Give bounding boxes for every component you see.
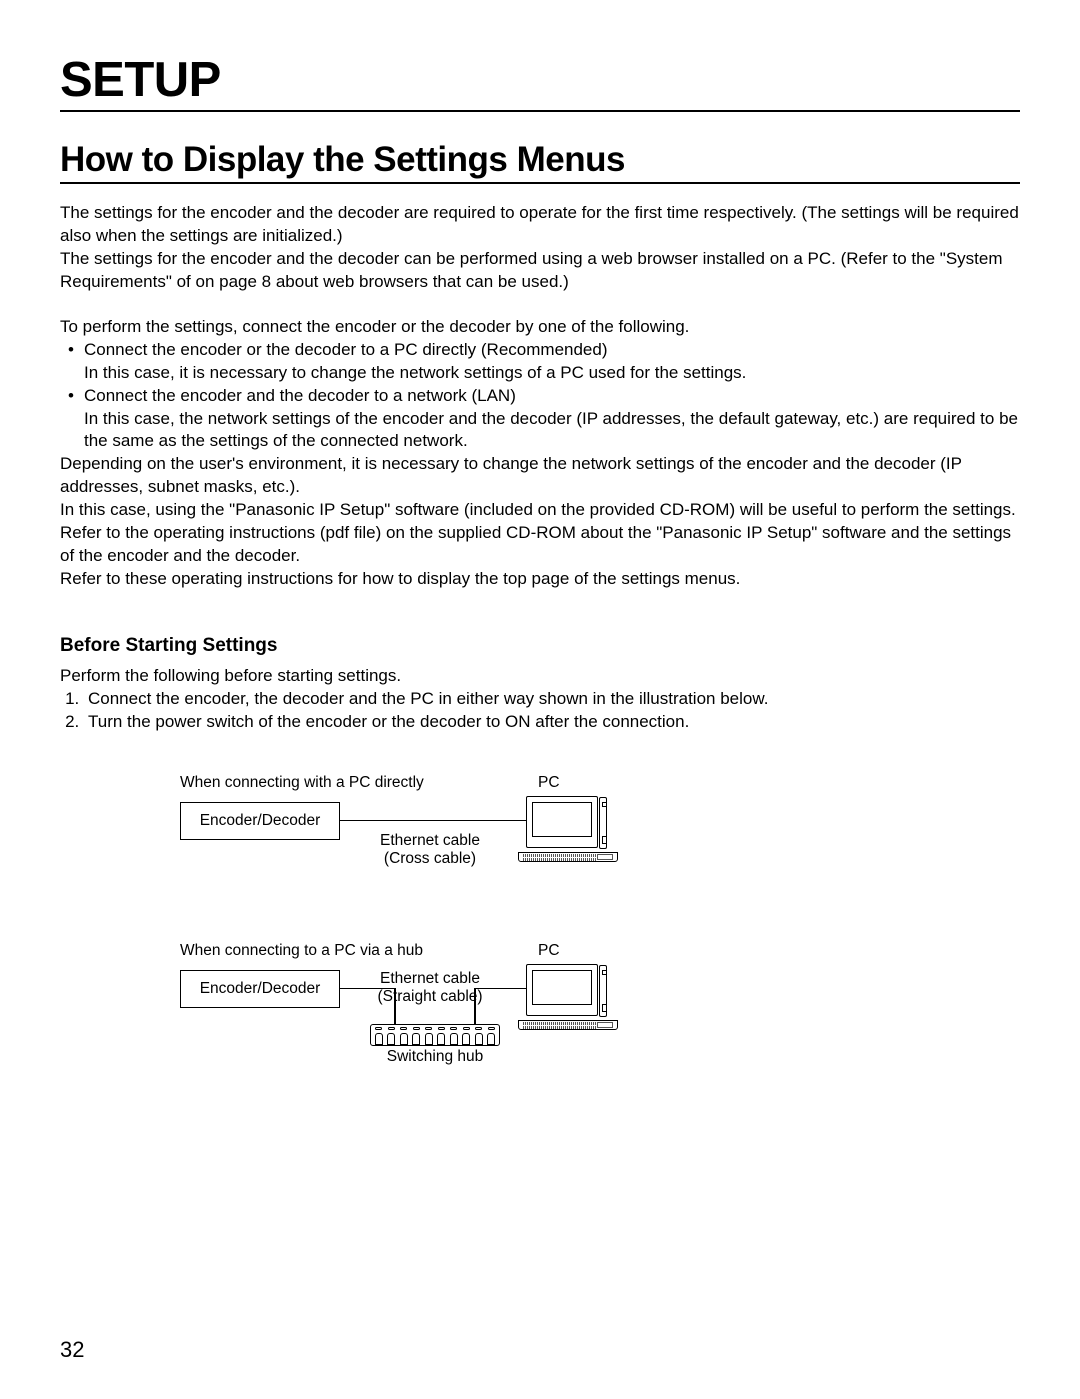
page-number: 32: [60, 1337, 84, 1363]
step-1: Connect the encoder, the decoder and the…: [84, 688, 1020, 711]
connect-p6: Refer to these operating instructions fo…: [60, 568, 1020, 591]
diag1-cable-label: Ethernet cable (Cross cable): [350, 832, 510, 868]
bullet-1: Connect the encoder or the decoder to a …: [84, 339, 1020, 385]
hub-icon: [370, 1024, 500, 1046]
diagram-hub: When connecting to a PC via a hub PC Enc…: [180, 942, 900, 1072]
connect-bullets: Connect the encoder or the decoder to a …: [60, 339, 1020, 454]
diag1-cable-line: [340, 820, 526, 822]
bullet-1-line1: Connect the encoder or the decoder to a …: [84, 339, 1020, 362]
diag2-title: When connecting to a PC via a hub: [180, 942, 423, 960]
pc-icon: [526, 796, 618, 862]
bullet-2: Connect the encoder and the decoder to a…: [84, 385, 1020, 454]
connect-p4: In this case, using the "Panasonic IP Se…: [60, 499, 1020, 522]
diag2-cable-line2: (Straight cable): [377, 988, 482, 1005]
before-steps: Connect the encoder, the decoder and the…: [60, 688, 1020, 734]
section-title: How to Display the Settings Menus: [60, 140, 1020, 184]
connect-block: To perform the settings, connect the enc…: [60, 316, 1020, 591]
pc-icon: [526, 964, 618, 1030]
diag1-cable-line1: Ethernet cable: [380, 832, 480, 849]
step-2: Turn the power switch of the encoder or …: [84, 711, 1020, 734]
diagram-direct: When connecting with a PC directly PC En…: [180, 774, 900, 904]
keyboard-icon: [518, 1020, 618, 1030]
tower-icon: [599, 797, 607, 849]
diag2-hub-label: Switching hub: [370, 1048, 500, 1066]
before-lead: Perform the following before starting se…: [60, 665, 1020, 688]
diag1-encoder-box: Encoder/Decoder: [180, 802, 340, 840]
diag1-cable-line2: (Cross cable): [384, 850, 476, 867]
before-heading: Before Starting Settings: [60, 635, 1020, 657]
intro-p2: The settings for the encoder and the dec…: [60, 248, 1020, 294]
tower-icon: [599, 965, 607, 1017]
diag1-pc-label: PC: [538, 774, 560, 792]
diag2-encoder-label: Encoder/Decoder: [200, 980, 321, 998]
intro-block: The settings for the encoder and the dec…: [60, 202, 1020, 294]
diag1-title: When connecting with a PC directly: [180, 774, 424, 792]
diag2-pc-label: PC: [538, 942, 560, 960]
diag1-encoder-label: Encoder/Decoder: [200, 812, 321, 830]
diagram-area: When connecting with a PC directly PC En…: [180, 774, 900, 1072]
bullet-2-line2: In this case, the network settings of th…: [84, 408, 1020, 454]
keyboard-icon: [518, 852, 618, 862]
connect-p5: Refer to the operating instructions (pdf…: [60, 522, 1020, 568]
intro-p1: The settings for the encoder and the dec…: [60, 202, 1020, 248]
setup-title: SETUP: [60, 52, 1020, 112]
monitor-icon: [526, 796, 598, 848]
bullet-2-line1: Connect the encoder and the decoder to a…: [84, 385, 1020, 408]
document-page: SETUP How to Display the Settings Menus …: [0, 0, 1080, 1399]
monitor-icon: [526, 964, 598, 1016]
connect-lead: To perform the settings, connect the enc…: [60, 316, 1020, 339]
diag2-cable-label: Ethernet cable (Straight cable): [350, 970, 510, 1006]
connect-p3: Depending on the user's environment, it …: [60, 453, 1020, 499]
diag2-encoder-box: Encoder/Decoder: [180, 970, 340, 1008]
diag2-cable-line1: Ethernet cable: [380, 970, 480, 987]
bullet-1-line2: In this case, it is necessary to change …: [84, 362, 1020, 385]
